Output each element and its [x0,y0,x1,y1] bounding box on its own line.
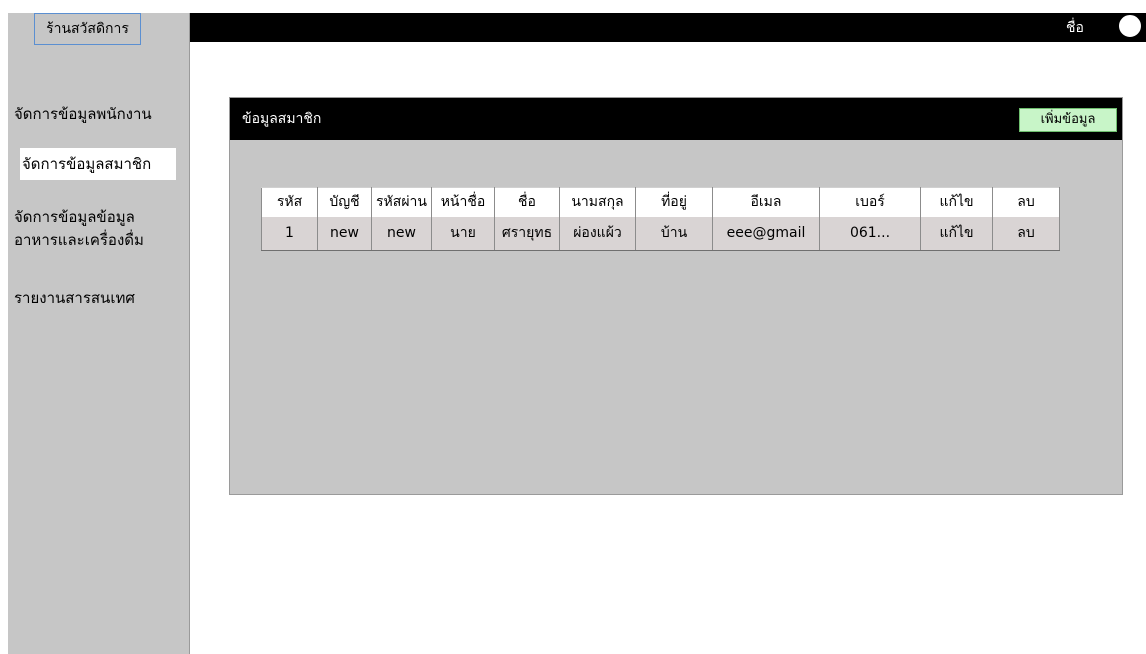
cell-email: eee@gmail [712,216,820,251]
panel-header: ข้อมูลสมาชิก เพิ่มข้อมูล [230,98,1122,140]
add-data-button[interactable]: เพิ่มข้อมูล [1019,108,1117,132]
sidebar-item-employees[interactable]: จัดการข้อมูลพนักงาน [14,104,152,125]
brand-link[interactable]: ร้านสวัสดิการ [34,13,141,45]
cell-id: 1 [261,216,318,251]
cell-address: บ้าน [635,216,713,251]
sidebar-item-food-data[interactable]: จัดการข้อมูลข้อมูล [14,207,135,228]
column-header-password: รหัสผ่าน [371,187,432,217]
delete-link[interactable]: ลบ [992,216,1060,251]
column-header-first-name: ชื่อ [494,187,560,217]
top-bar [190,13,1146,42]
column-header-prefix: หน้าชื่อ [431,187,495,217]
sidebar-item-reports[interactable]: รายงานสารสนเทศ [14,288,135,309]
cell-last-name: ผ่องแผ้ว [559,216,636,251]
members-panel: ข้อมูลสมาชิก เพิ่มข้อมูล รหัส บัญชี รหัส… [229,97,1123,495]
sidebar-item-members[interactable]: จัดการข้อมูลสมาชิก [20,148,176,180]
edit-link[interactable]: แก้ไข [920,216,993,251]
cell-phone: 061... [819,216,921,251]
column-header-edit: แก้ไข [920,187,993,217]
cell-account: new [317,216,372,251]
sidebar-item-food-drinks[interactable]: อาหารและเครื่องดื่ม [14,230,144,251]
cell-first-name: ศรายุทธ [494,216,560,251]
column-header-account: บัญชี [317,187,372,217]
members-table: รหัส บัญชี รหัสผ่าน หน้าชื่อ ชื่อ นามสกุ… [261,187,1060,251]
column-header-phone: เบอร์ [819,187,921,217]
user-avatar[interactable] [1118,14,1142,38]
panel-title: ข้อมูลสมาชิก [242,111,322,127]
column-header-delete: ลบ [992,187,1060,217]
table-header-row: รหัส บัญชี รหัสผ่าน หน้าชื่อ ชื่อ นามสกุ… [261,187,1060,217]
column-header-last-name: นามสกุล [559,187,636,217]
cell-prefix: นาย [431,216,495,251]
user-name: ชื่อ [1066,20,1084,36]
column-header-address: ที่อยู่ [635,187,713,217]
cell-password: new [371,216,432,251]
column-header-id: รหัส [261,187,318,217]
column-header-email: อีเมล [712,187,820,217]
table-row: 1 new new นาย ศรายุทธ ผ่องแผ้ว บ้าน eee@… [261,216,1060,251]
